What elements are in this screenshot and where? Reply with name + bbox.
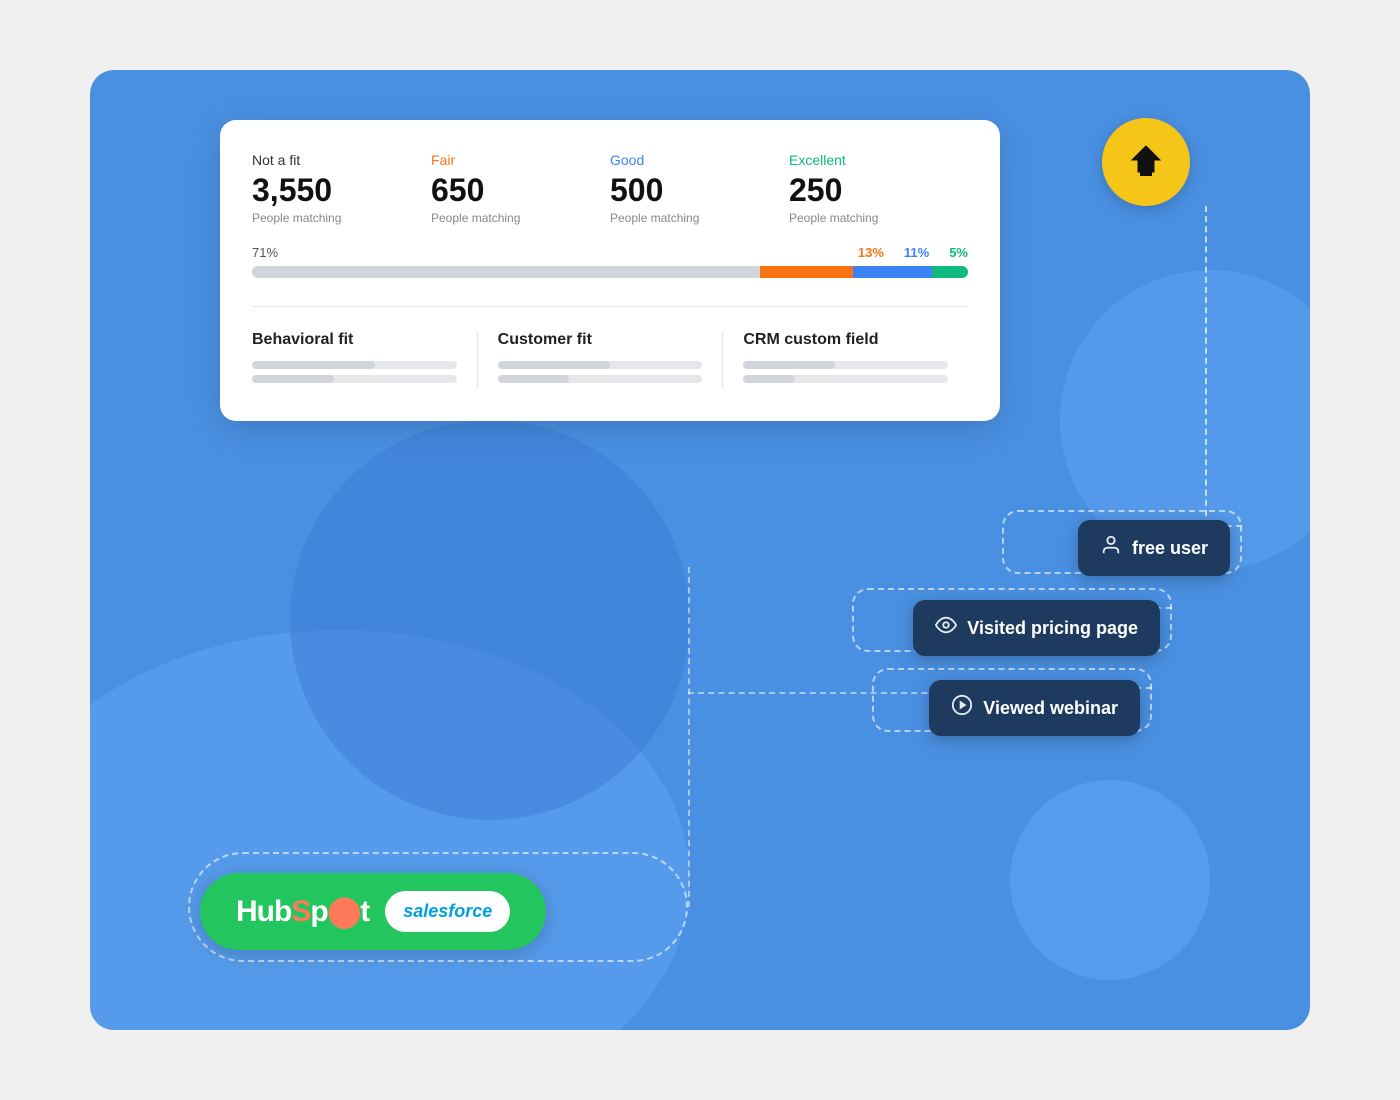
bar-segment-gray xyxy=(252,266,760,278)
fit-bar-inner-1b xyxy=(498,375,570,383)
tag-free-user: free user xyxy=(1078,520,1230,576)
fit-bar-inner-0b xyxy=(252,375,334,383)
fit-bar-inner-2 xyxy=(743,361,835,369)
stat-label-2: Good xyxy=(610,152,789,168)
stat-not-a-fit: Not a fit 3,550 People matching xyxy=(252,152,431,225)
integration-pill: HubSp⬤t salesforce xyxy=(200,873,546,950)
stat-sub-3: People matching xyxy=(789,211,968,225)
logo-badge xyxy=(1102,118,1190,206)
salesforce-logo-container: salesforce xyxy=(385,891,510,932)
user-icon xyxy=(1100,534,1122,562)
fit-customer: Customer fit xyxy=(477,331,723,389)
tag-webinar: Viewed webinar xyxy=(929,680,1140,736)
progress-section: 71% 13% 11% 5% xyxy=(252,245,968,278)
stat-number-0: 3,550 xyxy=(252,172,431,209)
fit-title-2: CRM custom field xyxy=(743,331,948,349)
stat-sub-2: People matching xyxy=(610,211,789,225)
progress-labels: 71% 13% 11% 5% xyxy=(252,245,968,260)
logo-icon xyxy=(1124,140,1168,184)
connector-vertical-1 xyxy=(1205,206,1207,526)
progress-pcts-right: 13% 11% 5% xyxy=(858,245,968,260)
pct-blue: 11% xyxy=(904,245,929,260)
pct-green: 5% xyxy=(949,245,968,260)
tag-webinar-label: Viewed webinar xyxy=(983,698,1118,719)
stat-good: Good 500 People matching xyxy=(610,152,789,225)
bg-blob-2 xyxy=(290,420,690,820)
stat-sub-0: People matching xyxy=(252,211,431,225)
analytics-card: Not a fit 3,550 People matching Fair 650… xyxy=(220,120,1000,421)
tag-free-user-label: free user xyxy=(1132,538,1208,559)
fit-bar-inner-0 xyxy=(252,361,375,369)
fit-title-0: Behavioral fit xyxy=(252,331,457,349)
fit-bar-2b xyxy=(743,375,948,383)
fit-bar-inner-1 xyxy=(498,361,611,369)
stat-number-1: 650 xyxy=(431,172,610,209)
stat-label-1: Fair xyxy=(431,152,610,168)
connector-pill-to-tags xyxy=(688,567,690,907)
bg-blob-4 xyxy=(1010,780,1210,980)
stat-excellent: Excellent 250 People matching xyxy=(789,152,968,225)
tag-pricing-label: Visited pricing page xyxy=(967,618,1138,639)
stat-fair: Fair 650 People matching xyxy=(431,152,610,225)
hubspot-logo: HubSp⬤t xyxy=(236,894,369,929)
stats-row: Not a fit 3,550 People matching Fair 650… xyxy=(252,152,968,225)
bar-segment-green xyxy=(932,266,968,278)
fit-title-1: Customer fit xyxy=(498,331,703,349)
card-divider xyxy=(252,306,968,307)
eye-icon xyxy=(935,614,957,642)
fit-crm: CRM custom field xyxy=(722,331,968,389)
fit-bar-1 xyxy=(498,361,703,369)
bar-segment-blue xyxy=(853,266,932,278)
main-container: Not a fit 3,550 People matching Fair 650… xyxy=(90,70,1310,1030)
stat-label-0: Not a fit xyxy=(252,152,431,168)
salesforce-text: salesforce xyxy=(403,901,492,922)
fit-behavioral: Behavioral fit xyxy=(252,331,477,389)
stat-number-2: 500 xyxy=(610,172,789,209)
play-icon xyxy=(951,694,973,722)
stat-number-3: 250 xyxy=(789,172,968,209)
fit-bar-inner-2b xyxy=(743,375,794,383)
bar-segment-orange xyxy=(760,266,853,278)
pct-left: 71% xyxy=(252,245,278,260)
tag-pricing-page: Visited pricing page xyxy=(913,600,1160,656)
progress-bar xyxy=(252,266,968,278)
fit-bar-0 xyxy=(252,361,457,369)
pct-orange: 13% xyxy=(858,245,884,260)
fit-bar-1b xyxy=(498,375,703,383)
fit-bar-0b xyxy=(252,375,457,383)
stat-label-3: Excellent xyxy=(789,152,968,168)
fit-row: Behavioral fit Customer fit CRM custom f xyxy=(252,331,968,389)
fit-bar-2 xyxy=(743,361,948,369)
stat-sub-1: People matching xyxy=(431,211,610,225)
